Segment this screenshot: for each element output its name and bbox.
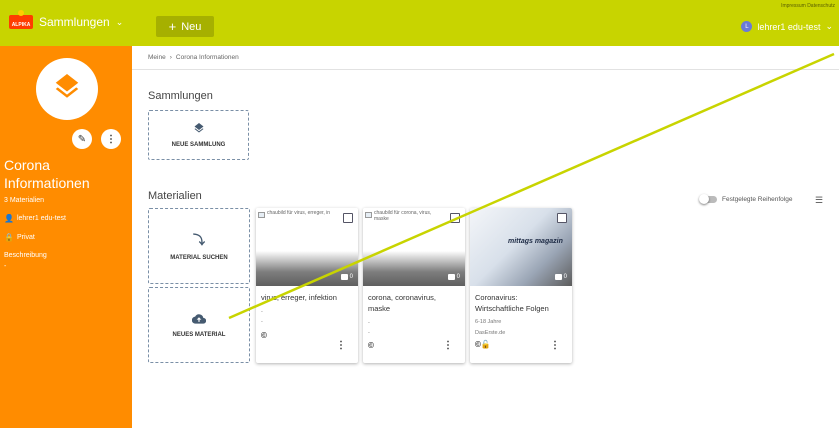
new-collection-button[interactable]: NEUE SAMMLUNG bbox=[148, 110, 249, 160]
top-bar: ALPIKA Sammlungen ⌄ + Neu Impressum Date… bbox=[0, 0, 839, 46]
owner-info: 👤 lehrer1 edu-test bbox=[4, 214, 66, 223]
mittagsmagazin-logo: mittags magazin bbox=[508, 238, 563, 245]
card-age: - bbox=[368, 320, 370, 326]
select-checkbox[interactable] bbox=[343, 213, 353, 223]
comment-count: 0 bbox=[554, 274, 567, 280]
lock-icon: 🔒 bbox=[4, 233, 14, 242]
sort-toggle-label: Festgelegte Reihenfolge bbox=[722, 196, 793, 203]
card-title[interactable]: virus, erreger, infektion bbox=[261, 292, 353, 303]
description-value: - bbox=[4, 263, 7, 270]
logo-text: ALPIKA bbox=[11, 22, 31, 28]
collections-menu-label: Sammlungen bbox=[39, 15, 110, 29]
breadcrumb-current: Corona Informationen bbox=[175, 54, 239, 61]
plus-icon: + bbox=[168, 18, 177, 34]
cloud-upload-icon bbox=[192, 313, 206, 324]
new-material-button[interactable]: NEUES MATERIAL bbox=[148, 287, 250, 363]
sort-toggle[interactable]: Festgelegte Reihenfolge bbox=[699, 194, 793, 204]
layers-icon bbox=[55, 74, 79, 98]
chevron-down-icon: ⌄ bbox=[825, 21, 833, 31]
material-card[interactable]: mittags magazin 0 Coronavirus: Wirtschaf… bbox=[470, 208, 572, 363]
license-icon: ©🔓 bbox=[475, 340, 491, 349]
collections-heading: Sammlungen bbox=[148, 90, 213, 102]
card-menu-icon[interactable]: ⋮ bbox=[550, 340, 560, 351]
image-alt-text: chaubild für corona, virus, maske bbox=[374, 210, 432, 222]
edit-button[interactable]: ✎ bbox=[72, 129, 92, 149]
breadcrumb-root[interactable]: Meine bbox=[148, 54, 166, 61]
breadcrumb: Meine › Corona Informationen bbox=[148, 54, 239, 61]
comment-icon bbox=[340, 274, 348, 280]
description-label: Beschreibung bbox=[4, 252, 47, 259]
card-age: - bbox=[261, 309, 263, 315]
collections-menu[interactable]: ALPIKA Sammlungen ⌄ bbox=[9, 10, 124, 29]
search-material-label: MATERIAL SUCHEN bbox=[170, 255, 228, 261]
material-count: 3 Materialien bbox=[4, 197, 45, 204]
material-card[interactable]: chaubild für corona, virus, maske 0 coro… bbox=[363, 208, 465, 363]
card-source: - bbox=[261, 319, 263, 325]
breadcrumb-divider bbox=[132, 69, 839, 70]
card-menu-icon[interactable]: ⋮ bbox=[336, 340, 346, 351]
card-age: 6-18 Jahre bbox=[475, 319, 502, 325]
more-vertical-icon: ⋮ bbox=[106, 133, 116, 145]
user-menu[interactable]: L lehrer1 edu-test ⌄ bbox=[741, 21, 833, 32]
card-source: DasErste.de bbox=[475, 330, 506, 336]
visibility-info: 🔒 Privat bbox=[4, 233, 35, 242]
materials-heading: Materialien bbox=[148, 190, 202, 202]
comment-count-value: 0 bbox=[349, 274, 353, 280]
license-icon: © bbox=[261, 331, 267, 340]
visibility-label: Privat bbox=[16, 234, 35, 241]
chevron-down-icon: ⌄ bbox=[115, 16, 124, 27]
license-icon: © bbox=[368, 341, 374, 350]
broken-image-icon bbox=[258, 212, 265, 218]
owner-name: lehrer1 edu-test bbox=[16, 215, 66, 222]
collection-cover bbox=[36, 58, 98, 120]
more-options-button[interactable]: ⋮ bbox=[101, 129, 121, 149]
footer-links[interactable]: Impressum Datenschutz bbox=[781, 3, 835, 9]
select-checkbox[interactable] bbox=[557, 213, 567, 223]
card-title[interactable]: Coronavirus: Wirtschaftliche Folgen bbox=[475, 292, 567, 314]
collection-title: Corona Informationen bbox=[4, 157, 90, 191]
comment-count-value: 0 bbox=[563, 274, 567, 280]
material-card[interactable]: chaubild für virus, erreger, in 0 virus,… bbox=[256, 208, 358, 363]
comment-count: 0 bbox=[340, 274, 353, 280]
select-checkbox[interactable] bbox=[450, 213, 460, 223]
pencil-icon: ✎ bbox=[77, 133, 87, 145]
comment-icon bbox=[554, 274, 562, 280]
new-button[interactable]: + Neu bbox=[156, 16, 214, 37]
card-title[interactable]: corona, coronavirus, maske bbox=[368, 292, 460, 314]
toggle-switch[interactable] bbox=[699, 194, 717, 204]
new-material-label: NEUES MATERIAL bbox=[172, 331, 226, 338]
redo-arrow-icon: ⤵ bbox=[192, 233, 205, 247]
broken-image: chaubild für virus, erreger, in bbox=[258, 210, 338, 218]
new-button-label: Neu bbox=[181, 20, 202, 33]
search-material-button[interactable]: ⤵ MATERIAL SUCHEN bbox=[148, 208, 250, 284]
new-collection-label: NEUE SAMMLUNG bbox=[171, 141, 226, 148]
chevron-right-icon: › bbox=[169, 54, 172, 61]
comment-icon bbox=[447, 274, 455, 280]
brand-logo: ALPIKA bbox=[9, 10, 33, 29]
person-icon: 👤 bbox=[4, 214, 14, 223]
user-name: lehrer1 edu-test bbox=[757, 21, 821, 32]
collection-sidebar: ✎ ⋮ Corona Informationen 3 Materialien 👤… bbox=[0, 46, 132, 428]
card-source: - bbox=[368, 330, 370, 336]
layers-icon bbox=[194, 122, 203, 132]
image-alt-text: chaubild für virus, erreger, in bbox=[267, 210, 331, 216]
avatar: L bbox=[741, 21, 753, 32]
list-view-icon[interactable]: ☰ bbox=[815, 195, 823, 206]
comment-count: 0 bbox=[447, 274, 460, 280]
card-menu-icon[interactable]: ⋮ bbox=[443, 340, 453, 351]
broken-image-icon bbox=[365, 212, 372, 218]
comment-count-value: 0 bbox=[456, 274, 460, 280]
broken-image: chaubild für corona, virus, maske bbox=[365, 210, 445, 222]
